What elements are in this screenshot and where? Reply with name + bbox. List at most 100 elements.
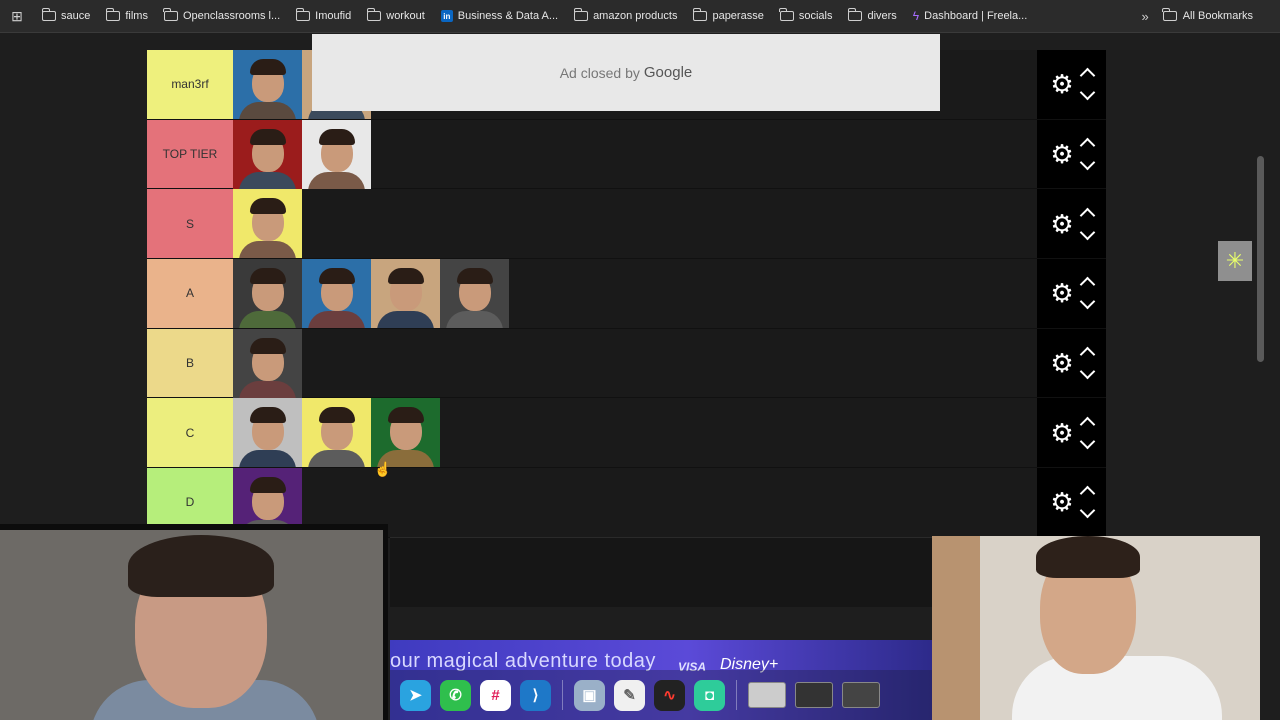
move-arrows [1079,135,1095,173]
tier-item-photo[interactable] [302,119,371,189]
tier-item-photo[interactable] [233,259,302,329]
gear-icon[interactable]: ⚙ [1050,211,1073,237]
more-bookmarks-icon[interactable]: » [1127,9,1162,24]
bookmark-films[interactable]: films [98,8,156,22]
apps-grid-icon[interactable]: ⊞ [0,8,34,25]
notes-icon[interactable]: ✎ [614,679,645,711]
folder-icon [105,8,121,21]
closed-ad-overlay: Ad closed by Google [312,34,940,111]
folder-icon [163,8,178,21]
tier-item-photo[interactable] [233,119,302,189]
tier-label[interactable]: man3rf [147,50,233,119]
voice-memos-icon[interactable]: ∿ [654,679,685,711]
tier-controls: ⚙ [1037,259,1106,328]
extension-sparkle-icon[interactable]: ✳ [1218,241,1252,281]
telegram-icon[interactable]: ➤ [400,679,431,711]
gear-icon[interactable]: ⚙ [1050,489,1073,515]
chevron-down-icon[interactable] [1079,503,1095,519]
bookmark-business-data[interactable]: in Business & Data A... [433,10,566,22]
bookmark-socials[interactable]: socials [772,8,841,22]
bookmarks-bar: ⊞ sauce films Openclassrooms l... Imoufi… [0,0,1280,33]
whatsapp-icon[interactable]: ✆ [440,679,471,711]
bookmark-workout[interactable]: workout [359,8,433,22]
move-arrows [1079,274,1095,312]
chevron-up-icon[interactable] [1079,137,1095,154]
tier-controls: ⚙ [1037,189,1106,259]
move-arrows [1079,65,1095,103]
tier-list: man3rf ⚙ TOP TIER ⚙ S ⚙ A ⚙ B ⚙ C ⚙ D ⚙ [147,50,1106,538]
tier-controls: ⚙ [1037,119,1106,189]
folder-icon [573,8,589,21]
tier-item-photo[interactable] [302,259,371,329]
tier-item-photo[interactable] [371,259,440,329]
tier-label[interactable]: TOP TIER [147,119,233,189]
chevron-up-icon[interactable] [1079,207,1095,223]
tier-item-photo[interactable] [302,398,371,468]
vscode-icon[interactable]: ⟩ [520,679,551,711]
dashboard-icon: ϟ [912,9,920,23]
gear-icon[interactable]: ⚙ [1050,280,1073,306]
tier-item-photo[interactable] [233,189,302,259]
tier-items[interactable] [233,189,1037,259]
tier-items[interactable] [233,398,1037,468]
chevron-up-icon[interactable] [1079,416,1095,433]
google-logo: Google [643,64,693,81]
tier-row: C ⚙ [147,398,1106,469]
tier-controls: ⚙ [1037,328,1106,398]
chevron-up-icon[interactable] [1079,277,1095,293]
move-arrows [1079,483,1095,521]
bookmark-dashboard[interactable]: ϟ Dashboard | Freela... [905,9,1036,23]
tier-label[interactable]: S [147,189,233,259]
gear-icon[interactable]: ⚙ [1050,141,1073,167]
move-arrows [1079,414,1095,452]
chevron-down-icon[interactable] [1079,224,1095,240]
banner-ad[interactable]: our magical adventure today VISA Disney+… [390,640,932,720]
folder-icon [41,8,56,21]
mouse-cursor: ☝ [374,461,392,477]
dock-window-thumbnail[interactable] [842,682,880,708]
folder-icon [692,8,708,21]
slack-icon[interactable]: # [480,679,511,711]
bookmark-imoufid[interactable]: Imoufid [288,8,359,22]
gear-icon[interactable]: ⚙ [1050,71,1073,97]
bookmark-openclassrooms[interactable]: Openclassrooms l... [156,8,288,22]
bookmark-paperasse[interactable]: paperasse [685,8,771,22]
streamlabs-icon[interactable]: ◘ [694,679,725,711]
tier-items[interactable] [233,328,1037,398]
dock-window-thumbnail[interactable] [748,682,786,708]
tier-controls: ⚙ [1037,398,1106,468]
dock-separator [562,680,563,710]
chevron-down-icon[interactable] [1079,85,1095,101]
bookmark-amazon-products[interactable]: amazon products [566,8,685,22]
bookmark-divers[interactable]: divers [840,8,904,22]
chevron-down-icon[interactable] [1079,363,1095,380]
folder-icon [366,8,382,21]
tier-item-photo[interactable] [440,259,509,329]
tier-item-photo[interactable] [233,398,302,468]
gear-icon[interactable]: ⚙ [1050,420,1073,446]
dock-window-thumbnail[interactable] [795,682,833,708]
all-bookmarks-button[interactable]: All Bookmarks [1162,8,1280,22]
chevron-up-icon[interactable] [1079,486,1095,502]
gear-icon[interactable]: ⚙ [1050,350,1073,376]
chevron-down-icon[interactable] [1079,154,1095,171]
bookmark-sauce[interactable]: sauce [34,8,98,22]
linkedin-icon: in [440,10,453,22]
tier-item-photo[interactable] [233,328,302,398]
tier-controls: ⚙ [1037,468,1106,537]
chevron-up-icon[interactable] [1079,346,1095,363]
chevron-up-icon[interactable] [1079,68,1095,84]
tier-item-photo[interactable] [371,398,440,468]
tier-label[interactable]: B [147,328,233,398]
tier-items[interactable] [233,119,1037,189]
chevron-down-icon[interactable] [1079,433,1095,450]
chevron-down-icon[interactable] [1079,294,1095,310]
tier-item-photo[interactable] [233,50,302,119]
tier-label[interactable]: C [147,398,233,468]
page-content: man3rf ⚙ TOP TIER ⚙ S ⚙ A ⚙ B ⚙ C ⚙ D ⚙ Ad closed by G… [0,34,1280,720]
preview-icon[interactable]: ▣ [574,679,605,711]
tier-items[interactable] [233,259,1037,329]
move-arrows [1079,205,1095,243]
tier-label[interactable]: A [147,259,233,328]
page-scrollbar[interactable] [1257,156,1264,362]
